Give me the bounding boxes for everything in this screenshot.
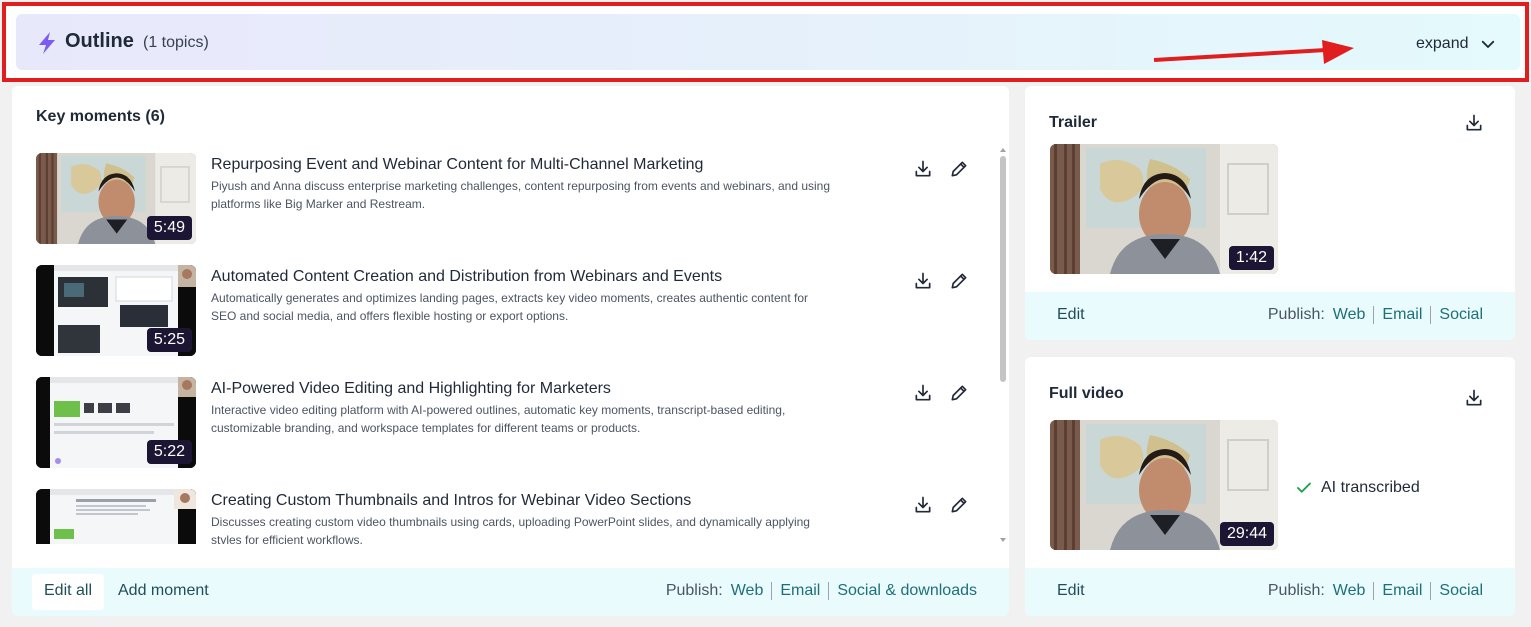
trailer-edit-button[interactable]: Edit (1057, 306, 1085, 324)
divider (1373, 582, 1375, 600)
publish-social-link[interactable]: Social (1439, 306, 1483, 324)
expand-label: expand (1416, 35, 1469, 52)
key-moment-item[interactable]: Creating Custom Thumbnails and Intros fo… (12, 482, 992, 544)
publish-web-link[interactable]: Web (731, 582, 764, 600)
outline-topic-count: (1 topics) (143, 34, 209, 51)
publish-web-link[interactable]: Web (1333, 306, 1366, 324)
publish-label: Publish: (1267, 582, 1325, 599)
pencil-icon (949, 495, 969, 515)
edit-moment-button[interactable] (948, 382, 970, 404)
publish-social-link[interactable]: Social (1439, 582, 1483, 600)
edit-moment-button[interactable] (948, 494, 970, 516)
duration-badge: 5:49 (146, 216, 192, 240)
key-moment-item[interactable]: 5:49 Repurposing Event and Webinar Conte… (12, 146, 992, 246)
publish-email-link[interactable]: Email (1382, 582, 1422, 600)
full-video-edit-button[interactable]: Edit (1057, 582, 1085, 600)
download-icon (1464, 388, 1484, 408)
scrollbar-thumb[interactable] (1000, 156, 1006, 382)
divider (771, 582, 773, 600)
trailer-download-button[interactable] (1463, 112, 1485, 134)
publish-links: Publish: Web Email Social & downloads (666, 582, 977, 600)
duration-badge: 5:22 (146, 440, 192, 464)
duration-badge: 29:44 (1219, 522, 1274, 546)
pencil-icon (949, 383, 969, 403)
trailer-title: Trailer (1049, 114, 1098, 131)
moment-title[interactable]: Automated Content Creation and Distribut… (211, 268, 722, 286)
moment-title[interactable]: AI-Powered Video Editing and Highlightin… (211, 380, 611, 398)
key-moments-list[interactable]: 5:49 Repurposing Event and Webinar Conte… (12, 146, 1009, 544)
outline-annotation-frame: Outline (1 topics) expand (2, 2, 1529, 82)
lightning-icon (39, 32, 55, 54)
trailer-publish-links: Publish: Web Email Social (1268, 306, 1483, 324)
full-video-footer: Edit Publish: Web Email Social (1025, 568, 1515, 616)
check-icon (1297, 482, 1311, 493)
edit-all-button[interactable]: Edit all (32, 574, 105, 610)
ai-transcribed-status: AI transcribed (1295, 479, 1420, 497)
download-button[interactable] (912, 158, 934, 180)
download-icon (1464, 113, 1484, 133)
moment-thumbnail[interactable]: 5:25 (36, 265, 196, 356)
chevron-down-icon (1481, 40, 1494, 48)
publish-email-link[interactable]: Email (1382, 306, 1422, 324)
trailer-footer: Edit Publish: Web Email Social (1025, 292, 1515, 340)
download-icon (913, 383, 933, 403)
edit-moment-button[interactable] (948, 270, 970, 292)
key-moments-footer: Edit all Add moment Publish: Web Email S… (12, 568, 1009, 616)
moment-thumbnail[interactable] (36, 489, 196, 544)
annotation-arrow-icon (1153, 40, 1354, 64)
download-button[interactable] (912, 494, 934, 516)
duration-badge: 1:42 (1228, 246, 1274, 270)
key-moments-scrollbar[interactable] (998, 146, 1008, 544)
divider (1430, 306, 1432, 324)
download-button[interactable] (912, 382, 934, 404)
full-video-card: Full video 29:44 AI transcribed Edit Pub… (1025, 357, 1515, 616)
publish-web-link[interactable]: Web (1333, 582, 1366, 600)
publish-label: Publish: (665, 582, 723, 599)
full-video-thumbnail[interactable]: 29:44 (1050, 420, 1278, 550)
divider (1430, 582, 1432, 600)
moment-thumbnail[interactable]: 5:22 (36, 377, 196, 468)
full-video-download-button[interactable] (1463, 387, 1485, 409)
download-icon (913, 159, 933, 179)
edit-moment-button[interactable] (948, 158, 970, 180)
scroll-down-icon[interactable] (1000, 538, 1006, 542)
key-moment-item[interactable]: 5:25 Automated Content Creation and Dist… (12, 258, 992, 358)
divider (1373, 306, 1375, 324)
publish-label: Publish: (1267, 306, 1325, 323)
outline-title: Outline (65, 30, 134, 52)
moment-description: Piyush and Anna discuss enterprise marke… (211, 179, 831, 211)
key-moment-item[interactable]: 5:22 AI-Powered Video Editing and Highli… (12, 370, 992, 470)
moment-title[interactable]: Creating Custom Thumbnails and Intros fo… (211, 492, 691, 510)
key-moments-title: Key moments (6) (36, 108, 165, 125)
full-video-title: Full video (1049, 385, 1124, 402)
moment-description: Discusses creating custom video thumbnai… (211, 515, 810, 544)
scroll-up-icon[interactable] (1000, 148, 1006, 152)
moment-description: Automatically generates and optimizes la… (211, 291, 808, 323)
download-icon (913, 495, 933, 515)
outline-bar[interactable]: Outline (1 topics) expand (16, 14, 1520, 70)
download-button[interactable] (912, 270, 934, 292)
trailer-thumbnail[interactable]: 1:42 (1050, 144, 1278, 274)
status-label: AI transcribed (1321, 479, 1420, 496)
expand-button[interactable]: expand (1416, 32, 1497, 56)
add-moment-button[interactable]: Add moment (118, 582, 209, 600)
download-icon (913, 271, 933, 291)
pencil-icon (949, 159, 969, 179)
moment-title[interactable]: Repurposing Event and Webinar Content fo… (211, 156, 703, 174)
publish-social-downloads-link[interactable]: Social & downloads (837, 582, 977, 600)
moment-description: Interactive video editing platform with … (211, 403, 786, 435)
publish-email-link[interactable]: Email (780, 582, 820, 600)
trailer-card: Trailer 1:42 Edit Publish: Web Email Soc… (1025, 86, 1515, 340)
duration-badge: 5:25 (146, 328, 192, 352)
full-video-publish-links: Publish: Web Email Social (1268, 582, 1483, 600)
divider (828, 582, 830, 600)
pencil-icon (949, 271, 969, 291)
key-moments-panel: Key moments (6) 5:49 Repurposing Event a… (12, 86, 1009, 616)
moment-thumbnail[interactable]: 5:49 (36, 153, 196, 244)
